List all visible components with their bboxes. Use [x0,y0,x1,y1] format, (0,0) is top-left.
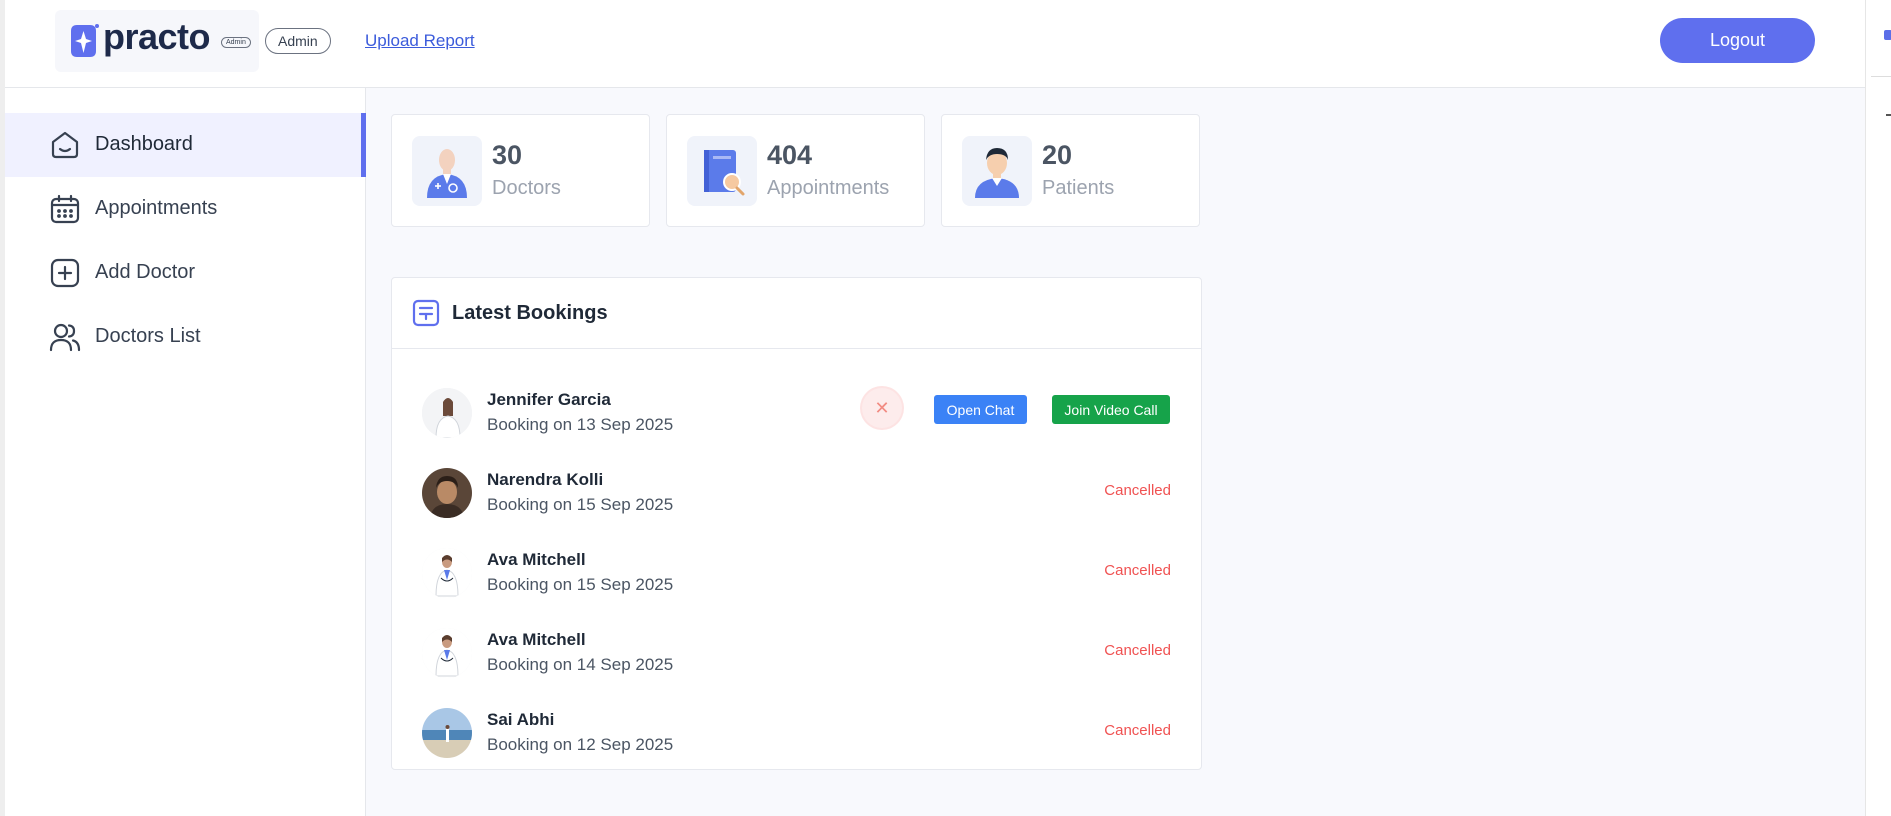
avatar [422,468,472,518]
home-icon [51,131,79,159]
sidebar-item-label: Dashboard [95,133,193,155]
avatar [422,708,472,758]
booking-row[interactable]: Jennifer Garcia Booking on 13 Sep 2025 ✕… [392,388,1201,468]
booking-patient-name: Jennifer Garcia [487,390,611,409]
divider [1871,76,1891,77]
stat-value: 20 [1042,140,1073,170]
right-edge-panel [1865,0,1891,816]
logo-text: practo [103,16,211,57]
avatar [422,548,472,598]
panel-tab-icon[interactable] [1884,30,1891,40]
stat-value: 30 [492,140,523,170]
booking-date: Booking on 15 Sep 2025 [487,495,674,514]
main-content: 30 Doctors 404 Appointments 20 Patients … [366,88,1865,816]
stat-label: Patients [1042,177,1115,199]
sidebar-item-appointments[interactable]: Appointments [5,177,366,241]
practo-logo-icon [71,24,99,57]
stat-label: Doctors [492,177,561,199]
sidebar-item-dashboard[interactable]: Dashboard [5,113,366,177]
upload-report-link[interactable]: Upload Report [365,31,475,51]
join-video-call-button[interactable]: Join Video Call [1052,395,1170,424]
stat-card-appointments[interactable]: 404 Appointments [666,114,925,227]
practo-logo[interactable]: practo Admin [55,10,259,72]
minus-icon [1886,114,1891,116]
top-navbar: practo Admin Admin Upload Report Logout [5,0,1865,88]
logout-button[interactable]: Logout [1660,18,1815,63]
appointment-book-icon [687,136,757,206]
logo-admin-badge: Admin [221,37,251,48]
sidebar: Dashboard Appointments Add Doctor Doctor… [5,88,366,816]
add-square-icon [50,258,80,288]
cancel-booking-button[interactable]: ✕ [862,388,902,428]
booking-row[interactable]: Narendra Kolli Booking on 15 Sep 2025 Ca… [392,468,1201,548]
booking-row[interactable]: Sai Abhi Booking on 12 Sep 2025 Cancelle… [392,708,1201,788]
booking-patient-name: Narendra Kolli [487,470,604,489]
calendar-icon [50,194,80,224]
role-pill: Admin [265,28,331,54]
booking-date: Booking on 15 Sep 2025 [487,575,674,594]
stat-value: 404 [767,140,813,170]
avatar [422,628,472,678]
booking-row[interactable]: Ava Mitchell Booking on 15 Sep 2025 Canc… [392,548,1201,628]
status-badge: Cancelled [1104,562,1171,579]
latest-bookings-title: Latest Bookings [452,302,608,324]
stat-card-patients[interactable]: 20 Patients [941,114,1200,227]
people-icon [49,323,81,352]
stat-card-doctors[interactable]: 30 Doctors [391,114,650,227]
status-badge: Cancelled [1104,722,1171,739]
doctor-icon [412,136,482,206]
booking-patient-name: Sai Abhi [487,710,555,729]
sidebar-item-label: Doctors List [95,325,201,347]
avatar [422,388,472,438]
booking-row[interactable]: Ava Mitchell Booking on 14 Sep 2025 Canc… [392,628,1201,708]
sidebar-item-label: Appointments [95,197,218,219]
app-container: practo Admin Admin Upload Report Logout … [5,0,1865,816]
booking-date: Booking on 13 Sep 2025 [487,415,674,434]
booking-patient-name: Ava Mitchell [487,550,586,569]
open-chat-button[interactable]: Open Chat [934,395,1027,424]
status-badge: Cancelled [1104,642,1171,659]
sidebar-item-label: Add Doctor [95,261,196,283]
latest-bookings-header: Latest Bookings [392,278,1201,349]
booking-date: Booking on 14 Sep 2025 [487,655,674,674]
stat-label: Appointments [767,177,890,199]
latest-bookings-panel: Latest Bookings Jennifer Garcia Booking … [391,277,1202,770]
list-icon [412,299,440,327]
status-badge: Cancelled [1104,482,1171,499]
patient-icon [962,136,1032,206]
booking-date: Booking on 12 Sep 2025 [487,735,674,754]
sidebar-item-doctors-list[interactable]: Doctors List [5,305,366,369]
booking-patient-name: Ava Mitchell [487,630,586,649]
sidebar-item-add-doctor[interactable]: Add Doctor [5,241,366,305]
